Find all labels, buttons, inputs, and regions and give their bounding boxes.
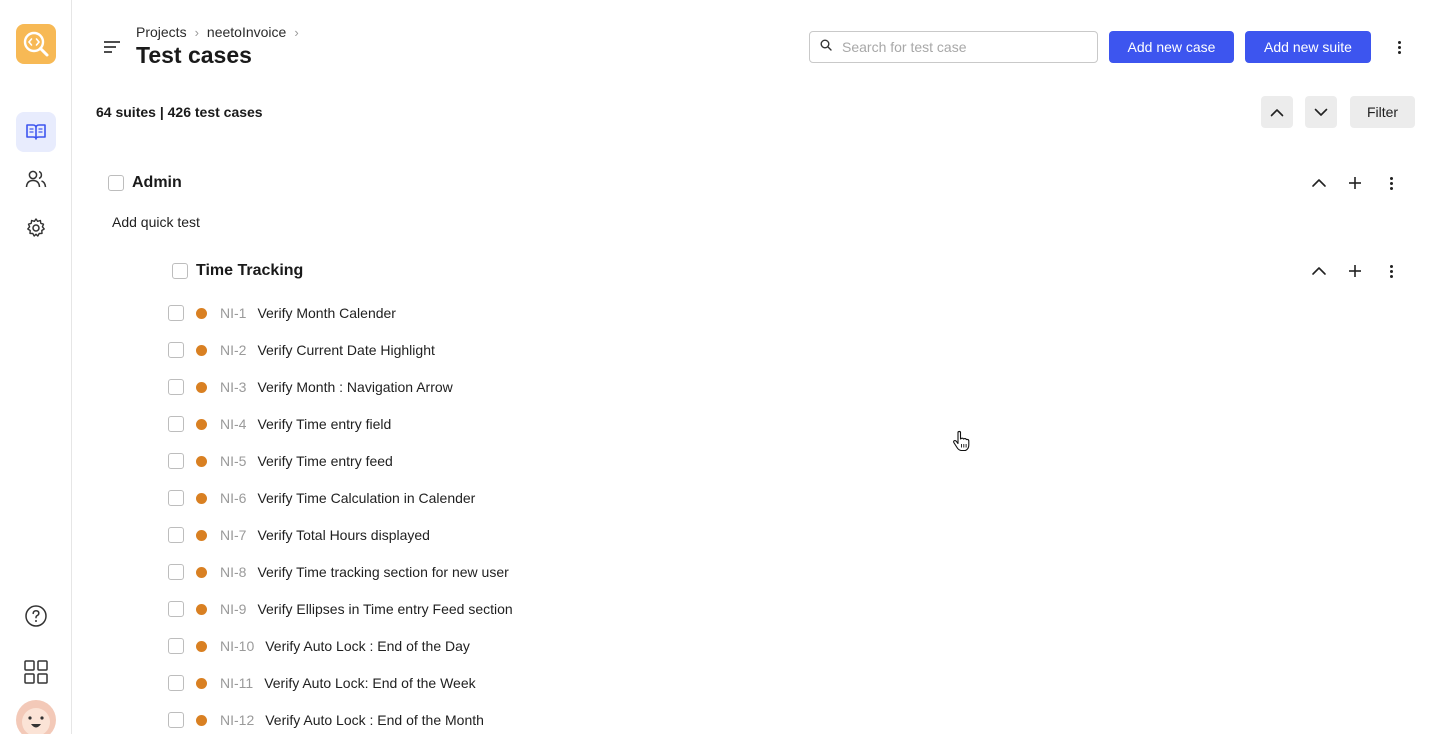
suite-checkbox-admin[interactable]: [108, 175, 124, 191]
test-case-checkbox[interactable]: [168, 342, 184, 358]
test-case-checkbox[interactable]: [168, 490, 184, 506]
gear-icon[interactable]: [16, 208, 56, 248]
chevron-up-icon[interactable]: [1309, 261, 1329, 281]
test-case-name[interactable]: Verify Ellipses in Time entry Feed secti…: [257, 601, 512, 617]
status-dot: [196, 640, 207, 652]
page-title: Test cases: [136, 42, 252, 68]
chevron-right-icon: ›: [294, 24, 299, 40]
test-case-name[interactable]: Verify Total Hours displayed: [257, 527, 430, 543]
test-case-row[interactable]: NI-2 Verify Current Date Highlight: [168, 339, 435, 361]
chevron-right-icon: ›: [194, 24, 199, 40]
hand-pointer-icon: [952, 430, 970, 452]
status-dot: [196, 492, 207, 504]
menu-icon[interactable]: [104, 40, 120, 54]
test-case-id: NI-9: [220, 601, 247, 617]
test-case-checkbox[interactable]: [168, 601, 184, 617]
test-case-id: NI-8: [220, 564, 247, 580]
expand-all-button[interactable]: [1305, 96, 1337, 128]
test-case-row[interactable]: NI-12 Verify Auto Lock : End of the Mont…: [168, 709, 484, 731]
status-dot: [196, 566, 207, 578]
test-case-name[interactable]: Verify Month Calender: [257, 305, 396, 321]
status-dot: [196, 418, 207, 430]
test-case-id: NI-2: [220, 342, 247, 358]
test-case-id: NI-3: [220, 379, 247, 395]
suite-title-time-tracking[interactable]: Time Tracking: [196, 262, 303, 280]
suite-count-summary: 64 suites | 426 test cases: [96, 104, 263, 120]
test-case-name[interactable]: Verify Auto Lock: End of the Week: [264, 675, 475, 691]
test-case-id: NI-10: [220, 638, 255, 654]
plus-icon[interactable]: [1345, 173, 1365, 193]
help-icon[interactable]: [16, 596, 56, 636]
status-dot: [196, 529, 207, 541]
filter-button[interactable]: Filter: [1350, 96, 1415, 128]
status-dot: [196, 455, 207, 467]
status-dot: [196, 381, 207, 393]
test-case-id: NI-7: [220, 527, 247, 543]
breadcrumb-project[interactable]: neetoInvoice: [207, 24, 286, 40]
test-case-row[interactable]: NI-7 Verify Total Hours displayed: [168, 524, 430, 546]
test-case-row[interactable]: NI-10 Verify Auto Lock : End of the Day: [168, 635, 470, 657]
test-case-name[interactable]: Verify Time Calculation in Calender: [257, 490, 475, 506]
test-case-row[interactable]: NI-1 Verify Month Calender: [168, 302, 396, 324]
test-case-checkbox[interactable]: [168, 564, 184, 580]
search-icon: [820, 38, 832, 56]
test-case-name[interactable]: Verify Time entry field: [257, 416, 391, 432]
test-case-id: NI-6: [220, 490, 247, 506]
test-case-checkbox[interactable]: [168, 675, 184, 691]
test-case-checkbox[interactable]: [168, 379, 184, 395]
status-dot: [196, 307, 207, 319]
test-case-row[interactable]: NI-6 Verify Time Calculation in Calender: [168, 487, 475, 509]
add-new-case-button[interactable]: Add new case: [1109, 31, 1234, 63]
test-case-checkbox[interactable]: [168, 305, 184, 321]
status-dot: [196, 714, 207, 726]
avatar[interactable]: [16, 700, 56, 734]
more-vertical-icon[interactable]: [1381, 173, 1401, 193]
test-case-row[interactable]: NI-4 Verify Time entry field: [168, 413, 391, 435]
plus-icon[interactable]: [1345, 261, 1365, 281]
breadcrumb-projects[interactable]: Projects: [136, 24, 187, 40]
test-case-checkbox[interactable]: [168, 416, 184, 432]
test-case-name[interactable]: Verify Auto Lock : End of the Month: [265, 712, 484, 728]
breadcrumb: Projects › neetoInvoice ›: [136, 24, 299, 40]
sidebar: [0, 0, 72, 734]
status-dot: [196, 677, 207, 689]
test-case-row[interactable]: NI-3 Verify Month : Navigation Arrow: [168, 376, 453, 398]
more-vertical-icon[interactable]: [1381, 261, 1401, 281]
test-case-checkbox[interactable]: [168, 638, 184, 654]
test-case-name[interactable]: Verify Auto Lock : End of the Day: [265, 638, 470, 654]
test-case-id: NI-11: [220, 675, 254, 691]
test-case-row[interactable]: NI-8 Verify Time tracking section for ne…: [168, 561, 509, 583]
test-case-name[interactable]: Verify Current Date Highlight: [257, 342, 434, 358]
test-case-id: NI-5: [220, 453, 247, 469]
logo-icon[interactable]: [16, 24, 56, 64]
test-case-checkbox[interactable]: [168, 712, 184, 728]
add-new-suite-button[interactable]: Add new suite: [1245, 31, 1371, 63]
test-case-id: NI-1: [220, 305, 247, 321]
status-dot: [196, 603, 207, 615]
chevron-up-icon: [1270, 108, 1284, 116]
test-case-name[interactable]: Verify Month : Navigation Arrow: [257, 379, 452, 395]
test-case-checkbox[interactable]: [168, 527, 184, 543]
status-dot: [196, 344, 207, 356]
test-case-id: NI-12: [220, 712, 255, 728]
test-case-row[interactable]: NI-5 Verify Time entry feed: [168, 450, 393, 472]
collapse-all-button[interactable]: [1261, 96, 1293, 128]
suite-title-admin[interactable]: Admin: [132, 174, 182, 192]
more-vertical-icon[interactable]: [1389, 37, 1409, 57]
chevron-up-icon[interactable]: [1309, 173, 1329, 193]
chevron-down-icon: [1314, 108, 1328, 116]
users-icon[interactable]: [16, 159, 56, 199]
add-quick-test-link[interactable]: Add quick test: [112, 214, 200, 230]
book-icon[interactable]: [16, 112, 56, 152]
test-case-row[interactable]: NI-11 Verify Auto Lock: End of the Week: [168, 672, 476, 694]
search-box[interactable]: [809, 31, 1098, 63]
test-case-name[interactable]: Verify Time tracking section for new use…: [257, 564, 508, 580]
apps-grid-icon[interactable]: [16, 652, 56, 692]
suite-checkbox-time-tracking[interactable]: [172, 263, 188, 279]
search-input[interactable]: [842, 39, 1082, 55]
test-case-id: NI-4: [220, 416, 247, 432]
test-case-row[interactable]: NI-9 Verify Ellipses in Time entry Feed …: [168, 598, 513, 620]
test-case-name[interactable]: Verify Time entry feed: [257, 453, 392, 469]
test-case-checkbox[interactable]: [168, 453, 184, 469]
